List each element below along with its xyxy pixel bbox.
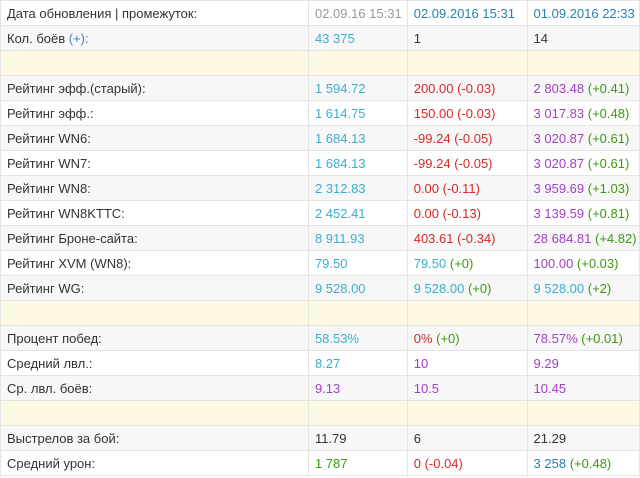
header-col-period-1[interactable]: 02.09.2016 15:31 bbox=[406, 0, 528, 26]
avg-level-total: 8.27 bbox=[307, 350, 408, 376]
battles-row: Кол. боёв (+): 43 375 1 14 bbox=[0, 25, 640, 51]
winrate-period-1: 0% (+0) bbox=[406, 325, 528, 351]
rating-label: Рейтинг Броне-сайта: bbox=[0, 225, 309, 251]
rating-period-2: 3 020.87 (+0.61) bbox=[526, 150, 640, 176]
rating-total: 9 528.00 bbox=[307, 275, 408, 301]
shots-total: 11.79 bbox=[307, 425, 408, 451]
separator-row bbox=[0, 50, 640, 76]
rating-label: Рейтинг WN8KTTC: bbox=[0, 200, 309, 226]
battles-total: 43 375 bbox=[307, 25, 408, 51]
header-row: Дата обновления | промежуток: 02.09.16 1… bbox=[0, 0, 640, 26]
winrate-label: Процент побед: bbox=[0, 325, 309, 351]
table-row: Рейтинг WN6: 1 684.13 -99.24 (-0.05) 3 0… bbox=[0, 125, 640, 151]
avg-level-label: Средний лвл.: bbox=[0, 350, 309, 376]
rating-label: Рейтинг XVM (WN8): bbox=[0, 250, 309, 276]
table-row: Рейтинг эфф.(старый): 1 594.72 200.00 (-… bbox=[0, 75, 640, 101]
winrate-period-2: 78.57% (+0.01) bbox=[526, 325, 640, 351]
rating-total: 1 594.72 bbox=[307, 75, 408, 101]
winrate-row: Процент побед: 58.53% 0% (+0) 78.57% (+0… bbox=[0, 325, 640, 351]
table-row: Рейтинг эфф.: 1 614.75 150.00 (-0.03) 3 … bbox=[0, 100, 640, 126]
damage-label: Средний урон: bbox=[0, 450, 309, 476]
avg-battle-level-row: Ср. лвл. боёв: 9.13 10.5 10.45 bbox=[0, 375, 640, 401]
rating-period-1: -99.24 (-0.05) bbox=[406, 150, 528, 176]
header-col-total: 02.09.16 15:31 bbox=[307, 0, 408, 26]
rating-period-2: 3 020.87 (+0.61) bbox=[526, 125, 640, 151]
rating-period-1: 403.61 (-0.34) bbox=[406, 225, 528, 251]
rating-label: Рейтинг WN8: bbox=[0, 175, 309, 201]
table-row: Рейтинг Броне-сайта: 8 911.93 403.61 (-0… bbox=[0, 225, 640, 251]
rating-total: 2 452.41 bbox=[307, 200, 408, 226]
damage-period-2: 3 258 (+0.48) bbox=[526, 450, 640, 476]
rating-period-1: 79.50 (+0) bbox=[406, 250, 528, 276]
rating-period-1: 200.00 (-0.03) bbox=[406, 75, 528, 101]
header-label: Дата обновления | промежуток: bbox=[0, 0, 309, 26]
shots-period-1: 6 bbox=[406, 425, 528, 451]
rating-period-2: 3 959.69 (+1.03) bbox=[526, 175, 640, 201]
rating-period-2: 28 684.81 (+4.82) bbox=[526, 225, 640, 251]
damage-total: 1 787 bbox=[307, 450, 408, 476]
table-row: Рейтинг WG: 9 528.00 9 528.00 (+0) 9 528… bbox=[0, 275, 640, 301]
damage-period-1: 0 (-0.04) bbox=[406, 450, 528, 476]
rating-period-2: 3 017.83 (+0.48) bbox=[526, 100, 640, 126]
header-col-period-2[interactable]: 01.09.2016 22:33 bbox=[526, 0, 640, 26]
rating-period-2: 9 528.00 (+2) bbox=[526, 275, 640, 301]
avg-battle-level-label: Ср. лвл. боёв: bbox=[0, 375, 309, 401]
rating-total: 1 614.75 bbox=[307, 100, 408, 126]
rating-total: 1 684.13 bbox=[307, 150, 408, 176]
rating-period-1: -99.24 (-0.05) bbox=[406, 125, 528, 151]
rating-period-1: 150.00 (-0.03) bbox=[406, 100, 528, 126]
table-row: Рейтинг WN8KTTC: 2 452.41 0.00 (-0.13) 3… bbox=[0, 200, 640, 226]
rating-total: 8 911.93 bbox=[307, 225, 408, 251]
avg-battle-level-period-2: 10.45 bbox=[526, 375, 640, 401]
avg-battle-level-period-1: 10.5 bbox=[406, 375, 528, 401]
rating-total: 79.50 bbox=[307, 250, 408, 276]
rating-period-2: 2 803.48 (+0.41) bbox=[526, 75, 640, 101]
table-row: Рейтинг WN8: 2 312.83 0.00 (-0.11) 3 959… bbox=[0, 175, 640, 201]
rating-label: Рейтинг WN6: bbox=[0, 125, 309, 151]
shots-row: Выстрелов за бой: 11.79 6 21.29 bbox=[0, 425, 640, 451]
avg-level-period-2: 9.29 bbox=[526, 350, 640, 376]
stats-table: Дата обновления | промежуток: 02.09.16 1… bbox=[0, 0, 640, 476]
rating-label: Рейтинг WG: bbox=[0, 275, 309, 301]
battles-expand-link[interactable]: (+): bbox=[69, 31, 89, 46]
rating-period-1: 9 528.00 (+0) bbox=[406, 275, 528, 301]
avg-battle-level-total: 9.13 bbox=[307, 375, 408, 401]
winrate-total: 58.53% bbox=[307, 325, 408, 351]
rating-period-1: 0.00 (-0.13) bbox=[406, 200, 528, 226]
battles-label: Кол. боёв (+): bbox=[0, 25, 309, 51]
rating-label: Рейтинг WN7: bbox=[0, 150, 309, 176]
rating-period-1: 0.00 (-0.11) bbox=[406, 175, 528, 201]
separator-row bbox=[0, 400, 640, 426]
battles-period-2: 14 bbox=[526, 25, 640, 51]
battles-period-1: 1 bbox=[406, 25, 528, 51]
avg-level-period-1: 10 bbox=[406, 350, 528, 376]
damage-row: Средний урон: 1 787 0 (-0.04) 3 258 (+0.… bbox=[0, 450, 640, 476]
avg-level-row: Средний лвл.: 8.27 10 9.29 bbox=[0, 350, 640, 376]
rating-total: 1 684.13 bbox=[307, 125, 408, 151]
table-row: Рейтинг WN7: 1 684.13 -99.24 (-0.05) 3 0… bbox=[0, 150, 640, 176]
separator-row bbox=[0, 300, 640, 326]
rating-period-2: 100.00 (+0.03) bbox=[526, 250, 640, 276]
rating-label: Рейтинг эфф.: bbox=[0, 100, 309, 126]
shots-label: Выстрелов за бой: bbox=[0, 425, 309, 451]
rating-total: 2 312.83 bbox=[307, 175, 408, 201]
shots-period-2: 21.29 bbox=[526, 425, 640, 451]
rating-label: Рейтинг эфф.(старый): bbox=[0, 75, 309, 101]
table-row: Рейтинг XVM (WN8): 79.50 79.50 (+0) 100.… bbox=[0, 250, 640, 276]
rating-period-2: 3 139.59 (+0.81) bbox=[526, 200, 640, 226]
